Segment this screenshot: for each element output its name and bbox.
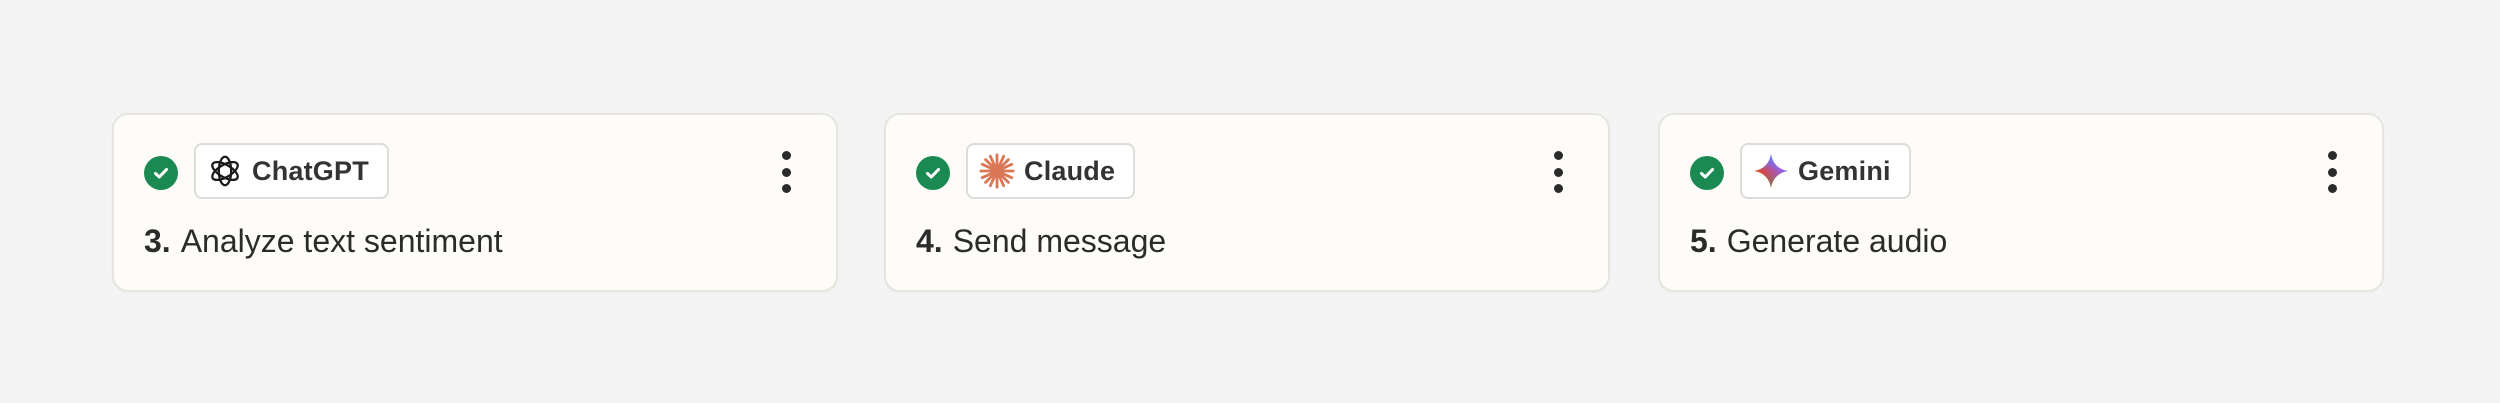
app-badge-chatgpt[interactable]: ChatGPT bbox=[194, 143, 389, 199]
more-options-icon[interactable] bbox=[776, 151, 796, 193]
workflow-steps: ChatGPT 3. Analyze text sentiment Claude… bbox=[0, 0, 2500, 403]
step-number: 3. bbox=[144, 223, 171, 259]
more-options-icon[interactable] bbox=[1548, 151, 1568, 193]
check-circle-icon bbox=[144, 156, 178, 190]
openai-logo-icon bbox=[206, 152, 244, 190]
step-title: Send message bbox=[952, 223, 1167, 259]
step-title-row: 3. Analyze text sentiment bbox=[144, 223, 503, 260]
gemini-logo-icon bbox=[1752, 152, 1790, 190]
app-badge-gemini[interactable]: Gemini bbox=[1740, 143, 1911, 199]
claude-logo-icon bbox=[978, 152, 1016, 190]
step-card-3[interactable]: ChatGPT 3. Analyze text sentiment bbox=[112, 113, 838, 292]
step-title: Analyze text sentiment bbox=[180, 223, 503, 259]
app-name: ChatGPT bbox=[252, 155, 369, 186]
step-title: Generate audio bbox=[1726, 223, 1948, 259]
more-options-icon[interactable] bbox=[2322, 151, 2342, 193]
check-circle-icon bbox=[1690, 156, 1724, 190]
app-badge-claude[interactable]: Claude bbox=[966, 143, 1136, 199]
step-number: 5. bbox=[1690, 223, 1717, 259]
app-name: Claude bbox=[1024, 155, 1116, 186]
check-circle-icon bbox=[916, 156, 950, 190]
app-name: Gemini bbox=[1798, 155, 1891, 186]
step-card-4[interactable]: Claude 4. Send message bbox=[884, 113, 1610, 292]
step-card-5[interactable]: Gemini 5. Generate audio bbox=[1658, 113, 2384, 292]
step-title-row: 4. Send message bbox=[916, 223, 1166, 260]
step-title-row: 5. Generate audio bbox=[1690, 223, 1947, 260]
step-number: 4. bbox=[916, 223, 943, 259]
